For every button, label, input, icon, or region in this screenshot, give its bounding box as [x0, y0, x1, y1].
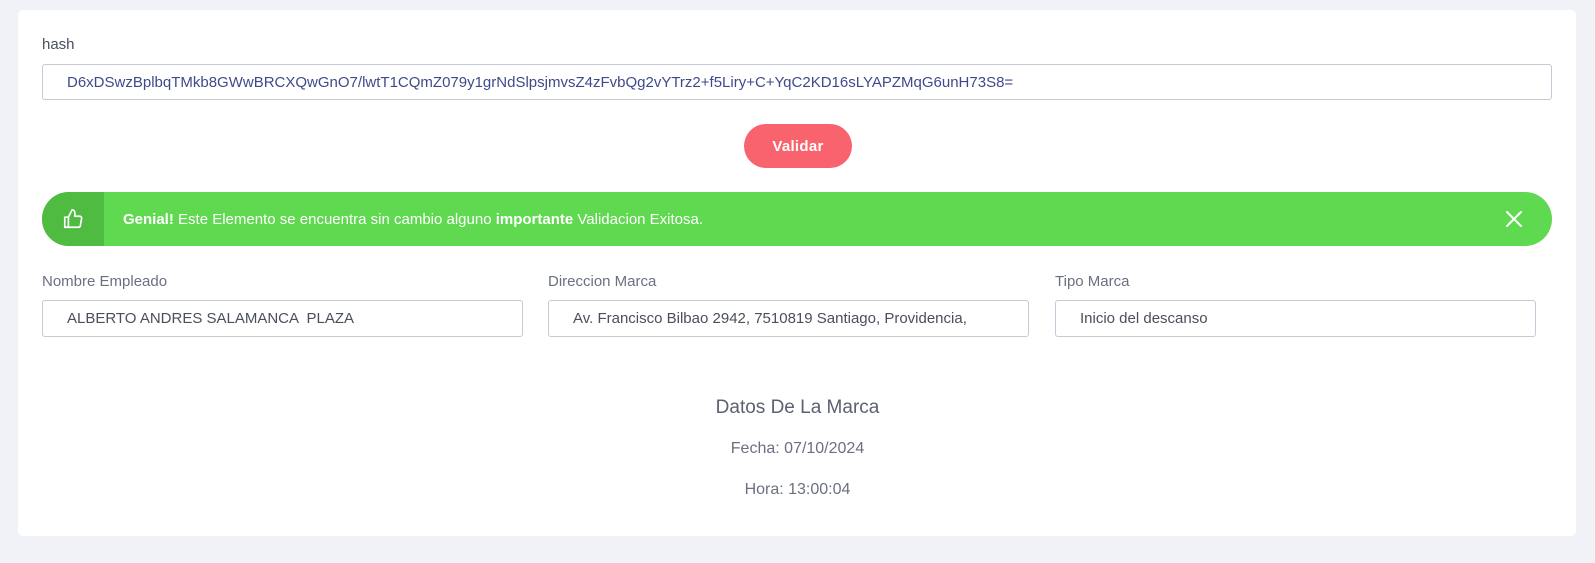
alert-text-end: Validacion Exitosa.	[573, 210, 704, 228]
address-label: Direccion Marca	[548, 273, 657, 290]
thumbs-up-icon	[63, 209, 83, 229]
success-alert: Genial! Este Elemento se encuentra sin c…	[42, 192, 1552, 246]
validate-button[interactable]: Validar	[744, 124, 852, 168]
close-icon[interactable]	[1502, 207, 1526, 231]
alert-icon-box	[42, 192, 104, 246]
hash-label: hash	[42, 36, 75, 53]
alert-message: Genial! Este Elemento se encuentra sin c…	[123, 211, 703, 228]
employee-name-label: Nombre Empleado	[42, 273, 168, 290]
details-date: Fecha: 07/10/2024	[730, 440, 865, 457]
alert-strong-mid: importante	[495, 210, 574, 228]
details-title: Datos De La Marca	[715, 397, 880, 418]
mark-type-label: Tipo Marca	[1055, 273, 1130, 290]
employee-name-field[interactable]	[42, 300, 523, 337]
mark-type-field[interactable]	[1055, 300, 1536, 337]
hash-input[interactable]	[42, 64, 1552, 100]
address-field[interactable]	[548, 300, 1029, 337]
details-time: Hora: 13:00:04	[744, 481, 851, 498]
alert-strong-prefix: Genial!	[123, 210, 174, 228]
alert-text-middle: Este Elemento se encuentra sin cambio al…	[173, 210, 496, 228]
